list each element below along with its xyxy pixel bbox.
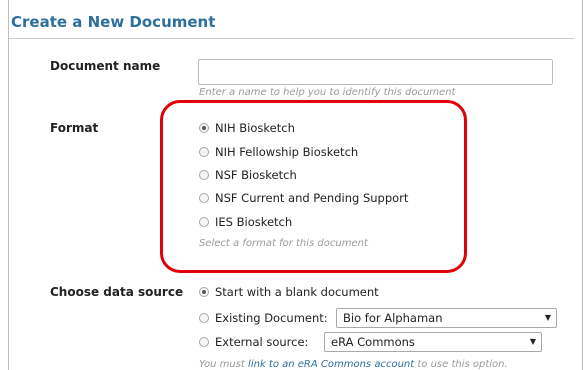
data-source-external-label: External source:	[215, 335, 309, 349]
note-prefix: You must	[199, 359, 249, 370]
format-label: Format	[50, 121, 99, 135]
data-source-existing-label: Existing Document:	[215, 311, 328, 325]
era-commons-note: You must link to an eRA Commons account …	[199, 359, 508, 370]
document-name-input[interactable]	[198, 59, 553, 85]
existing-document-select[interactable]: Bio for Alphaman ▼	[336, 308, 557, 328]
external-source-select[interactable]: eRA Commons ▼	[324, 332, 542, 352]
data-source-blank[interactable]: Start with a blank document	[199, 284, 379, 300]
radio-unselected[interactable]	[199, 313, 209, 323]
radio-unselected[interactable]	[199, 337, 209, 347]
chevron-down-icon: ▼	[529, 337, 536, 346]
data-source-blank-label: Start with a blank document	[215, 285, 379, 299]
page-title: Create a New Document	[11, 13, 216, 31]
note-suffix: to use this option.	[414, 359, 508, 370]
data-source-external[interactable]: External source:	[199, 334, 308, 350]
radio-selected[interactable]	[199, 287, 209, 297]
format-highlight-annotation	[160, 100, 467, 273]
title-divider	[9, 38, 574, 39]
existing-document-value: Bio for Alphaman	[343, 311, 443, 325]
document-name-hint: Enter a name to help you to identify thi…	[199, 87, 456, 98]
data-source-existing[interactable]: Existing Document:	[199, 310, 328, 326]
chevron-down-icon: ▼	[544, 313, 551, 322]
data-source-label: Choose data source	[50, 285, 184, 299]
document-name-label: Document name	[50, 59, 161, 73]
external-source-value: eRA Commons	[331, 335, 415, 349]
era-commons-link[interactable]: link to an eRA Commons account	[248, 359, 414, 370]
